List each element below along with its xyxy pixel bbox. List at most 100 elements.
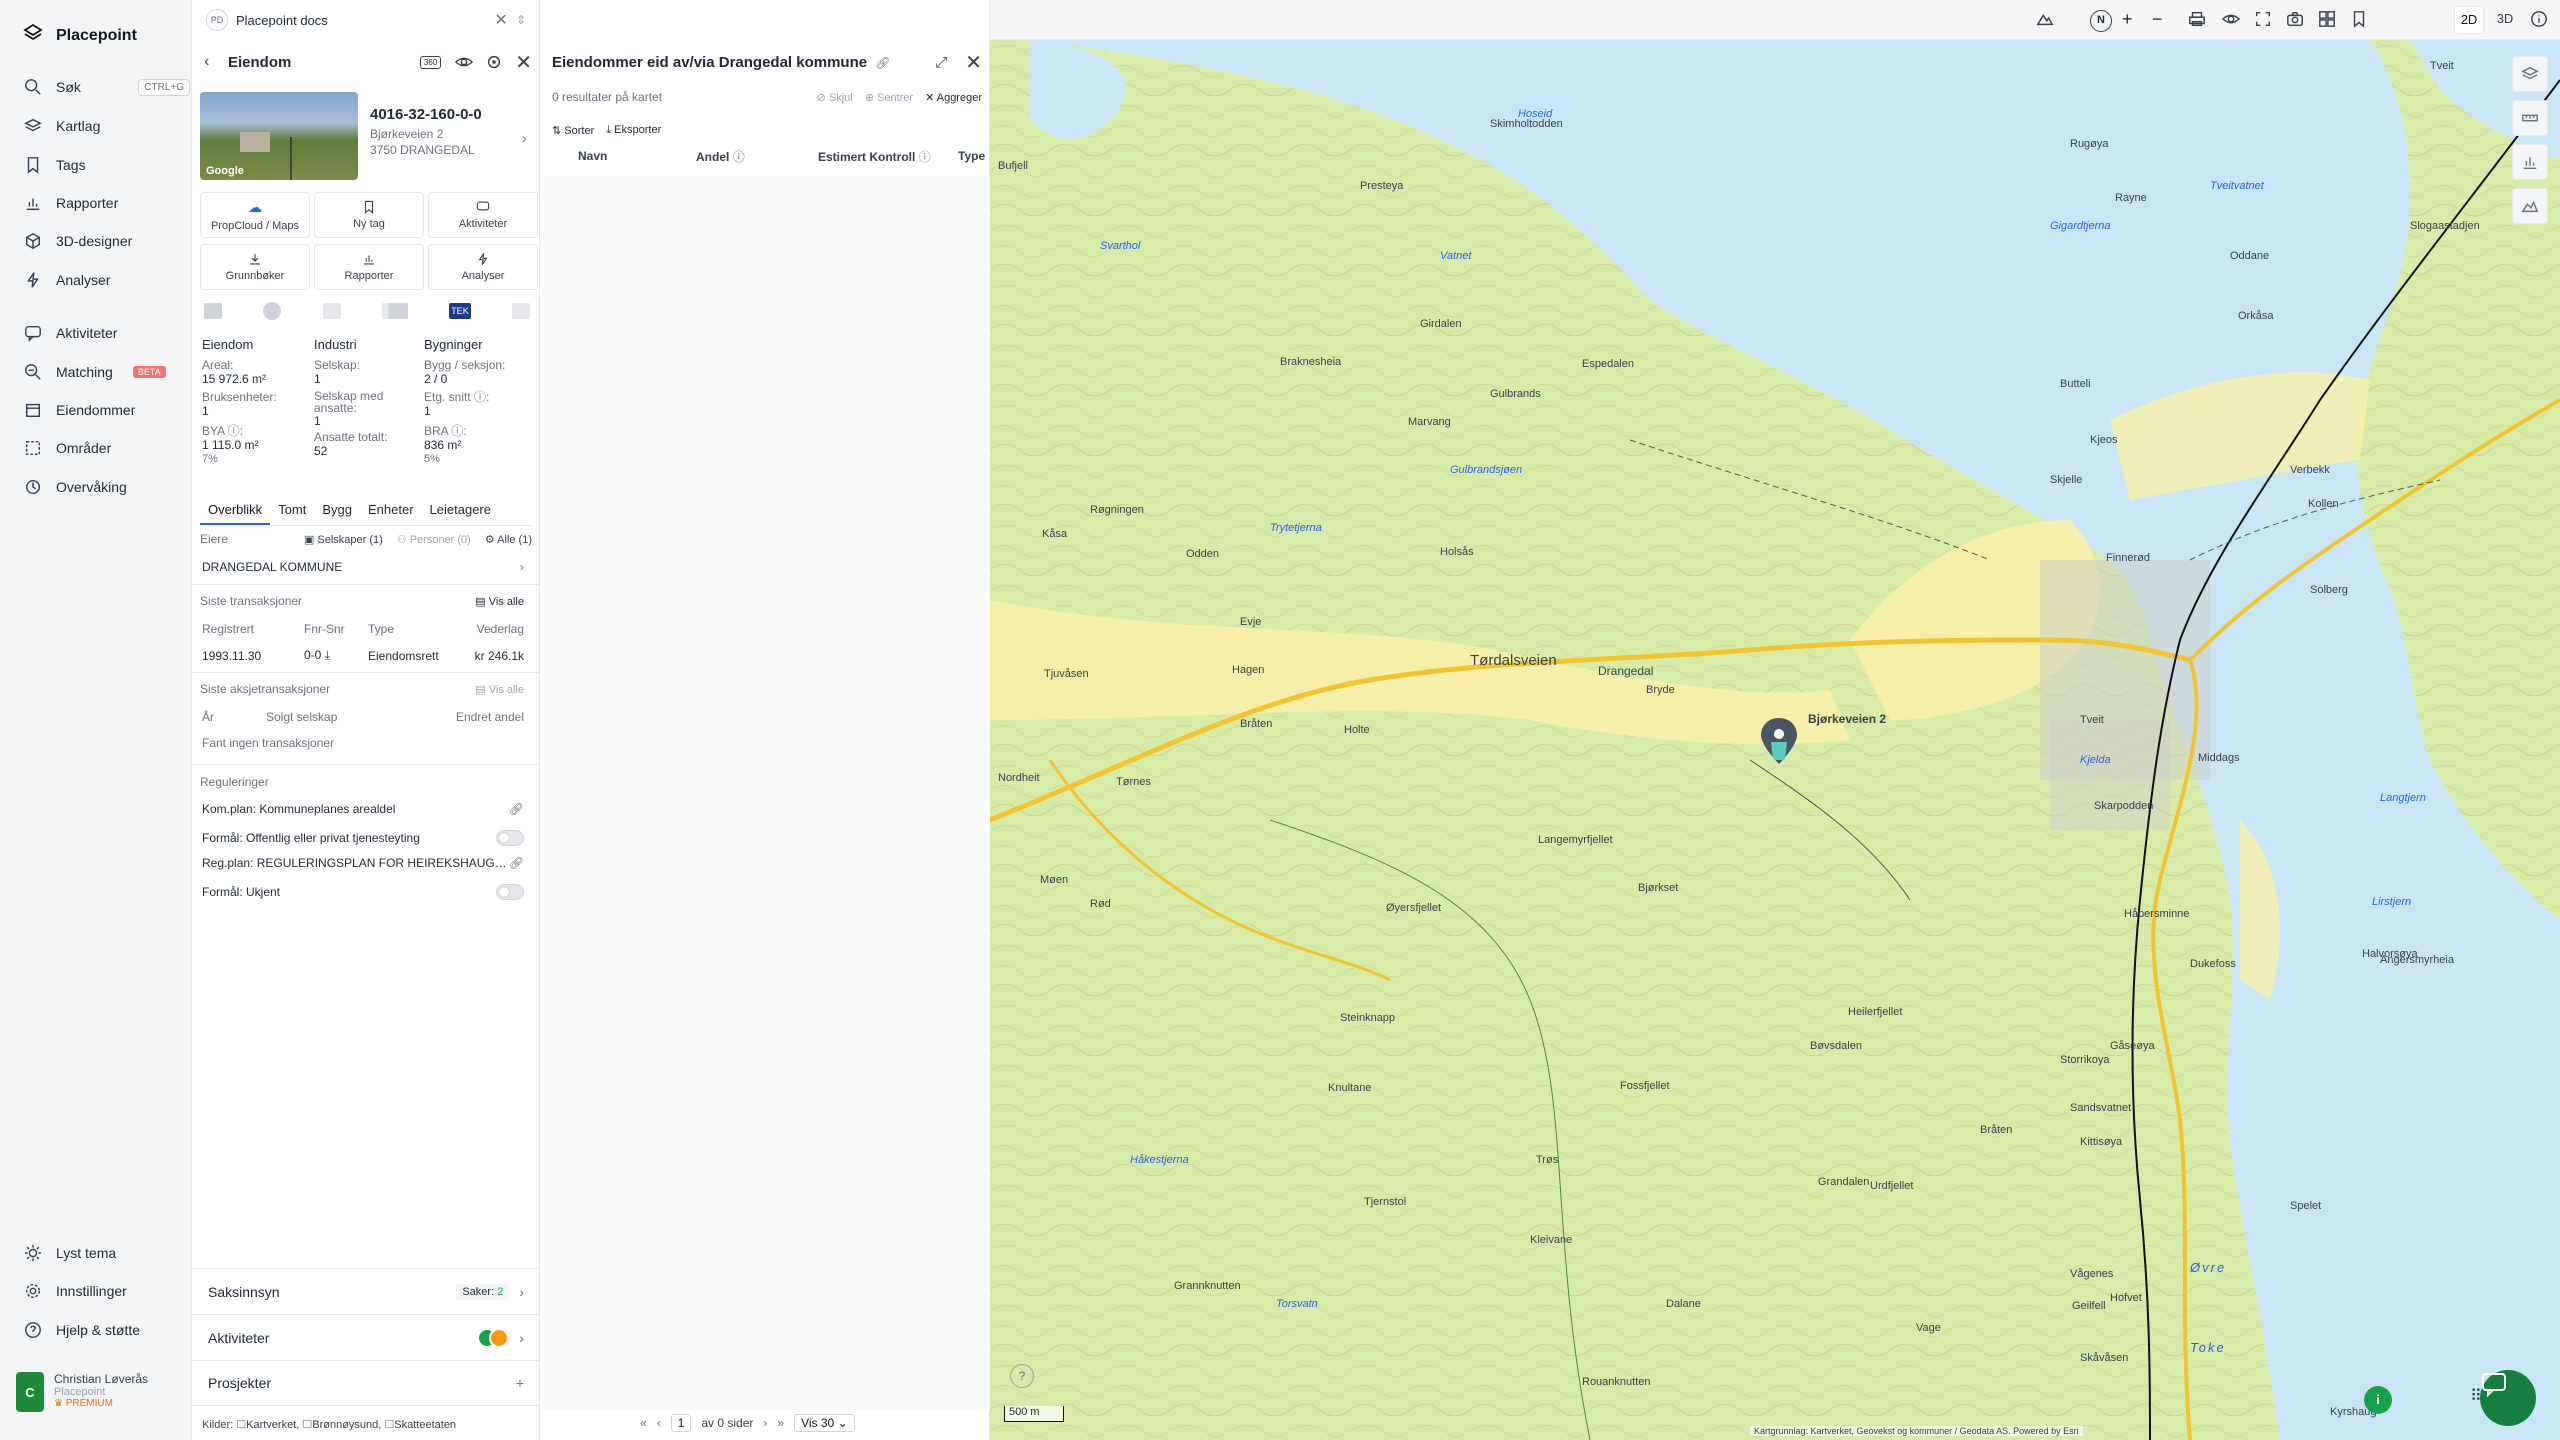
info-circle-icon[interactable] (2530, 10, 2550, 30)
plant-source-icon[interactable] (322, 303, 341, 319)
source-item[interactable]: Kartverket, (246, 1419, 299, 1431)
layer-toggle-button[interactable] (2512, 56, 2548, 92)
nav-item-lyst-tema[interactable]: Lyst tema (24, 1244, 190, 1262)
nav-item-kartlag[interactable]: Kartlag (24, 117, 190, 135)
mode-2d-button[interactable]: 2D (2454, 6, 2484, 34)
accordion-aktiviteter[interactable]: Aktiviteter › (192, 1314, 540, 1360)
nav-item-analyser[interactable]: Analyser (24, 271, 190, 289)
new-tag-button[interactable]: Ny tag (314, 192, 424, 238)
column-header[interactable]: Type (958, 149, 985, 163)
print-icon[interactable] (2188, 10, 2208, 30)
property-identity[interactable]: 4016-32-160-0-0 Bjørkeveien 2 3750 DRANG… (370, 106, 520, 157)
tab-overblikk[interactable]: Overblikk (200, 496, 271, 525)
tab-bygg[interactable]: Bygg (314, 496, 360, 525)
bars-source-icon[interactable] (381, 303, 408, 319)
chart-tool-button[interactable] (2512, 144, 2548, 180)
close-panel-icon[interactable]: ✕ (515, 50, 532, 75)
accordion-saksinnsyn[interactable]: Saksinnsyn Saker: 2 › (192, 1268, 540, 1314)
bookmark-icon[interactable] (2350, 10, 2370, 30)
terrain-icon[interactable] (2036, 10, 2056, 30)
accordion-prosjekter[interactable]: Prosjekter + (192, 1360, 540, 1406)
info-icon[interactable]: i (2364, 1386, 2392, 1414)
column-header[interactable]: Andel ⓘ (696, 148, 745, 165)
column-header[interactable]: Navn (578, 149, 607, 163)
aggregate-button[interactable]: ✕ Aggreger (925, 91, 982, 104)
regulation-item[interactable]: Formål: Offentlig eller privat tjenestey… (202, 829, 534, 847)
nav-item-tags[interactable]: Tags (24, 156, 190, 174)
export-button[interactable]: ⤓ Eksporter (606, 124, 661, 137)
source-item[interactable]: Skatteetaten (394, 1419, 456, 1431)
tek-source-icon[interactable]: TEK (449, 303, 471, 319)
locate-icon[interactable] (485, 53, 503, 71)
link-icon[interactable]: 🔗︎ (509, 802, 524, 816)
fullscreen-icon[interactable] (2254, 10, 2274, 30)
table-row[interactable]: 1993.11.30 0-0 ⤓ Eiendomsrett kr 246.1k (202, 648, 524, 663)
nav-item-omrader[interactable]: Områder (24, 439, 190, 457)
nav-item-hjelp[interactable]: Hjelp & støtte (24, 1321, 190, 1339)
next-page-icon[interactable]: › (763, 1416, 767, 1430)
regulation-item[interactable]: Reg.plan: REGULERINGSPLAN FOR HEIREKSHAU… (202, 856, 524, 870)
zoom-out-icon[interactable]: − (2152, 10, 2172, 30)
street-view-thumbnail[interactable]: Google (200, 92, 358, 180)
link-icon[interactable]: 🔗︎ (875, 56, 890, 70)
sort-button[interactable]: ⇅ Sorter (552, 124, 594, 137)
nav-item-aktiviteter[interactable]: Aktiviteter (24, 324, 190, 342)
grid-icon[interactable] (2318, 10, 2338, 30)
nav-item-eiendommer[interactable]: Eiendommer (24, 401, 190, 419)
propcloud-maps-button[interactable]: ☁ PropCloud / Maps (200, 192, 310, 238)
camera-icon[interactable] (2286, 10, 2306, 30)
user-profile[interactable]: C Christian Løverås Placepoint ♛ PREMIUM (16, 1372, 148, 1412)
nav-item-overvaking[interactable]: Overvåking (24, 478, 190, 496)
globe-source-icon[interactable] (263, 302, 282, 320)
view-all-transactions-link[interactable]: ▤ Vis alle (475, 595, 524, 608)
analyses-button[interactable]: Analyser (428, 244, 538, 290)
close-icon[interactable]: ✕ (965, 50, 982, 75)
close-icon[interactable]: ✕ (495, 10, 508, 30)
nav-item-rapporter[interactable]: Rapporter (24, 194, 190, 212)
nav-item-sok[interactable]: Søk CTRL+G (24, 78, 190, 96)
chevron-updown-icon[interactable]: ⇕ (516, 13, 526, 27)
add-icon[interactable]: + (516, 1375, 524, 1391)
column-header[interactable]: Estimert Kontroll ⓘ (818, 148, 931, 165)
center-button[interactable]: ⊕ Sentrer (865, 91, 913, 104)
grid-source-icon[interactable] (204, 303, 222, 319)
first-page-icon[interactable]: « (640, 1416, 647, 1430)
view-all-share-tx-link[interactable]: ▤ Vis alle (475, 683, 524, 696)
page-input[interactable]: 1 (670, 1414, 692, 1432)
tab-leietagere[interactable]: Leietagere (422, 496, 499, 525)
prev-page-icon[interactable]: ‹ (657, 1416, 661, 1430)
chevron-right-icon[interactable]: › (522, 130, 527, 146)
regulation-item[interactable]: Kom.plan: Kommuneplanes arealdel 🔗︎ (202, 802, 524, 816)
nav-item-innstillinger[interactable]: Innstillinger (24, 1282, 190, 1300)
eye-icon[interactable] (2221, 10, 2242, 30)
360-view-icon[interactable]: 360 (419, 55, 442, 69)
tab-enheter[interactable]: Enheter (360, 496, 422, 525)
companies-filter[interactable]: ▣ Selskaper (1) (304, 533, 383, 546)
nav-item-3d-designer[interactable]: 3D-designer (24, 232, 190, 250)
link-icon[interactable]: 🔗︎ (509, 856, 524, 870)
mode-3d-button[interactable]: 3D (2490, 6, 2520, 34)
last-page-icon[interactable]: » (777, 1416, 784, 1430)
owner-row[interactable]: DRANGEDAL KOMMUNE › (202, 560, 524, 574)
regulation-item[interactable]: Formål: Ukjent (202, 883, 534, 901)
hide-button[interactable]: ⊘ Skjul (817, 91, 853, 104)
map-canvas[interactable]: Tørdalsveien Drangedal Bjørkeveien 2 Hos… (990, 0, 2560, 1440)
source-item[interactable]: Brønnøysund, (312, 1419, 381, 1431)
docs-tab[interactable]: PD Placepoint docs ✕ ⇕ (206, 8, 526, 32)
nav-item-matching[interactable]: Matching BETA (24, 363, 190, 381)
map-help-button[interactable]: ? (1010, 1364, 1034, 1388)
eye-icon[interactable] (455, 53, 474, 71)
reports-button[interactable]: Rapporter (314, 244, 424, 290)
expand-icon[interactable]: ⤢ (935, 54, 947, 71)
activities-button[interactable]: Aktiviteter (428, 192, 538, 238)
app-brand[interactable]: Placepoint (22, 22, 137, 49)
zoom-in-icon[interactable]: + (2122, 10, 2142, 30)
grunnboker-button[interactable]: Grunnbøker (200, 244, 310, 290)
profile-tool-button[interactable] (2512, 188, 2548, 224)
persons-filter[interactable]: ⚇ Personer (0) (397, 533, 471, 546)
chat-button[interactable] (2480, 1370, 2536, 1426)
north-arrow-icon[interactable]: N (2090, 10, 2112, 32)
house-source-icon[interactable] (512, 303, 530, 319)
all-filter[interactable]: ⚙ Alle (1) (485, 533, 532, 546)
regulation-toggle[interactable] (496, 830, 524, 846)
